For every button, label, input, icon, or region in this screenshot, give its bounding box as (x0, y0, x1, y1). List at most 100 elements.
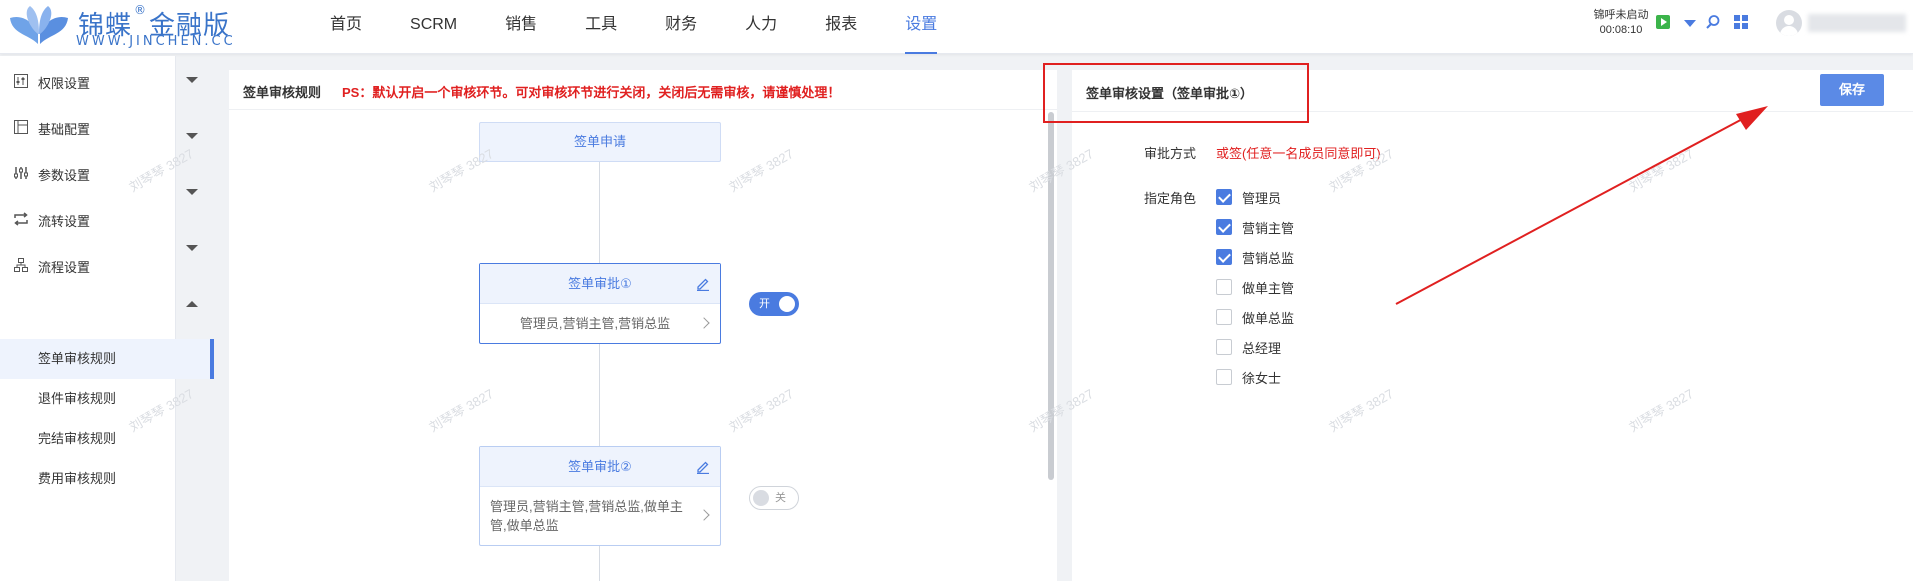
nav-scrm[interactable]: SCRM (410, 0, 457, 54)
active-indicator (210, 339, 213, 379)
nav-sales[interactable]: 销售 (505, 0, 537, 54)
toggle-knob (753, 490, 769, 506)
role-option-ms-xu[interactable]: 徐女士 (1216, 367, 1281, 387)
sidebar-group-parameter[interactable]: 参数设置 (0, 153, 176, 193)
edit-icon[interactable] (696, 277, 710, 291)
toggle-label: 关 (775, 492, 786, 504)
flow-start-node: 签单申请 (479, 122, 721, 162)
node-roles[interactable]: 管理员,营销主管,营销总监,做单主管,做单总监 (480, 487, 720, 545)
sidebar-group-permission[interactable]: 权限设置 (0, 61, 176, 101)
nav-home[interactable]: 首页 (330, 0, 362, 54)
search-icon[interactable] (1705, 14, 1721, 30)
permission-icon (14, 74, 28, 88)
node-toggle-1[interactable]: 开 (749, 292, 799, 316)
nav-hr[interactable]: 人力 (745, 0, 777, 54)
scrollbar[interactable] (1048, 112, 1054, 480)
node-toggle-2[interactable]: 关 (749, 486, 799, 510)
checkbox-label: 营销主管 (1242, 220, 1295, 236)
toggle-knob (779, 296, 795, 312)
node-roles-text: 管理员,营销主管,营销总监 (519, 316, 671, 331)
role-option-general-manager[interactable]: 总经理 (1216, 337, 1281, 357)
assigned-role-label: 指定角色 (1144, 191, 1197, 206)
node-roles-text: 管理员,营销主管,营销总监,做单主管,做单总监 (490, 499, 683, 533)
checkbox-label: 做单主管 (1242, 280, 1295, 296)
annotation-arrow (1395, 106, 1768, 305)
checkbox[interactable] (1216, 189, 1232, 205)
role-option-admin[interactable]: 管理员 (1216, 187, 1281, 207)
role-option-order-director[interactable]: 做单总监 (1216, 307, 1294, 327)
checkbox[interactable] (1216, 279, 1232, 295)
sidebar-group-label: 参数设置 (38, 168, 91, 183)
edit-icon[interactable] (696, 460, 710, 474)
butterfly-logo-icon (10, 6, 68, 44)
nav-finance[interactable]: 财务 (665, 0, 697, 54)
parameter-icon (14, 167, 28, 179)
checkbox[interactable] (1216, 249, 1232, 265)
highlight-box (1043, 63, 1309, 123)
node-title: 签单审批② (568, 459, 632, 474)
save-button[interactable]: 保存 (1820, 74, 1884, 106)
play-icon[interactable] (1656, 15, 1670, 29)
logo[interactable]: 锦蝶®金融版 WWW.JINCHEN.CC (8, 2, 248, 50)
logo-url: WWW.JINCHEN.CC (76, 34, 236, 49)
flow-panel-title: 签单审核规则 (243, 85, 322, 100)
approval-node-2[interactable]: 签单审批② 管理员,营销主管,营销总监,做单主管,做单总监 (479, 446, 721, 546)
chevron-right-icon (698, 316, 710, 329)
nav-settings[interactable]: 设置 (905, 0, 938, 54)
chevron-down-icon[interactable] (186, 245, 198, 251)
sidebar-group-label: 基础配置 (38, 122, 91, 137)
flow-panel-header: 签单审核规则 PS：默认开启一个审核环节。可对审核环节进行关闭，关闭后无需审核，… (229, 70, 1057, 110)
approval-method-value: 或签(任意一名成员同意即可) (1216, 146, 1381, 161)
node-roles[interactable]: 管理员,营销主管,营销总监 (480, 304, 720, 343)
role-option-marketing-director[interactable]: 营销总监 (1216, 247, 1294, 267)
avatar[interactable] (1776, 10, 1802, 36)
sidebar-group-process[interactable]: 流程设置 (0, 245, 176, 285)
role-option-marketing-manager[interactable]: 营销主管 (1216, 217, 1294, 237)
sidebar-group-label: 权限设置 (38, 76, 91, 91)
caret-down-icon[interactable] (1684, 20, 1696, 27)
chevron-down-icon[interactable] (186, 133, 198, 139)
checkbox-label: 总经理 (1242, 340, 1282, 356)
toggle-label: 开 (759, 298, 770, 310)
sidebar-group-basic[interactable]: 基础配置 (0, 107, 176, 147)
top-bar: 锦蝶®金融版 WWW.JINCHEN.CC 首页 SCRM 销售 工具 财务 人… (0, 0, 1913, 54)
node-header: 签单审批① (480, 264, 720, 304)
role-option-order-manager[interactable]: 做单主管 (1216, 277, 1294, 297)
checkbox-label: 营销总监 (1242, 250, 1295, 266)
flow-panel: 签单审核规则 PS：默认开启一个审核环节。可对审核环节进行关闭，关闭后无需审核，… (229, 70, 1057, 581)
sidebar-item-expense-audit-rules[interactable]: 费用审核规则 (0, 459, 214, 499)
chevron-up-icon[interactable] (186, 301, 198, 307)
chevron-right-icon (698, 509, 710, 521)
call-status-text: 锦呼未启动 (1593, 9, 1649, 21)
sidebar-group-label: 流转设置 (38, 214, 91, 229)
sidebar-group-label: 流程设置 (38, 260, 91, 275)
main-nav: 首页 SCRM 销售 工具 财务 人力 报表 设置 (330, 0, 985, 54)
transfer-icon (14, 212, 28, 226)
chevron-down-icon[interactable] (186, 77, 198, 83)
call-status: 锦呼未启动 00:08:10 (1588, 8, 1654, 38)
user-name-blurred[interactable] (1808, 14, 1906, 32)
sidebar-item-return-audit-rules[interactable]: 退件审核规则 (0, 379, 214, 419)
approval-node-1[interactable]: 签单审批① 管理员,营销主管,营销总监 (479, 263, 721, 344)
grid-icon[interactable] (1734, 15, 1748, 29)
checkbox-label: 做单总监 (1242, 310, 1295, 326)
checkbox-label: 管理员 (1242, 190, 1282, 206)
process-icon (14, 258, 28, 272)
sidebar: 权限设置 基础配置 参数设置 流转设置 流程设置 签单审核规则 退件审核规则 完… (0, 56, 214, 581)
checkbox-label: 徐女士 (1242, 370, 1282, 386)
node-header: 签单审批② (480, 447, 720, 487)
checkbox[interactable] (1216, 369, 1232, 385)
approval-method-label: 审批方式 (1144, 146, 1197, 161)
checkbox[interactable] (1216, 309, 1232, 325)
sidebar-group-transfer[interactable]: 流转设置 (0, 199, 176, 239)
checkbox[interactable] (1216, 219, 1232, 235)
nav-tools[interactable]: 工具 (585, 0, 617, 54)
chevron-down-icon[interactable] (186, 189, 198, 195)
nav-reports[interactable]: 报表 (825, 0, 857, 54)
call-timer: 00:08:10 (1599, 24, 1643, 36)
basic-config-icon (14, 120, 28, 134)
sidebar-item-sign-audit-rules[interactable]: 签单审核规则 (0, 339, 214, 379)
sidebar-item-complete-audit-rules[interactable]: 完结审核规则 (0, 419, 214, 459)
flow-panel-note: PS：默认开启一个审核环节。可对审核环节进行关闭，关闭后无需审核，请谨慎处理！ (342, 85, 841, 100)
checkbox[interactable] (1216, 339, 1232, 355)
